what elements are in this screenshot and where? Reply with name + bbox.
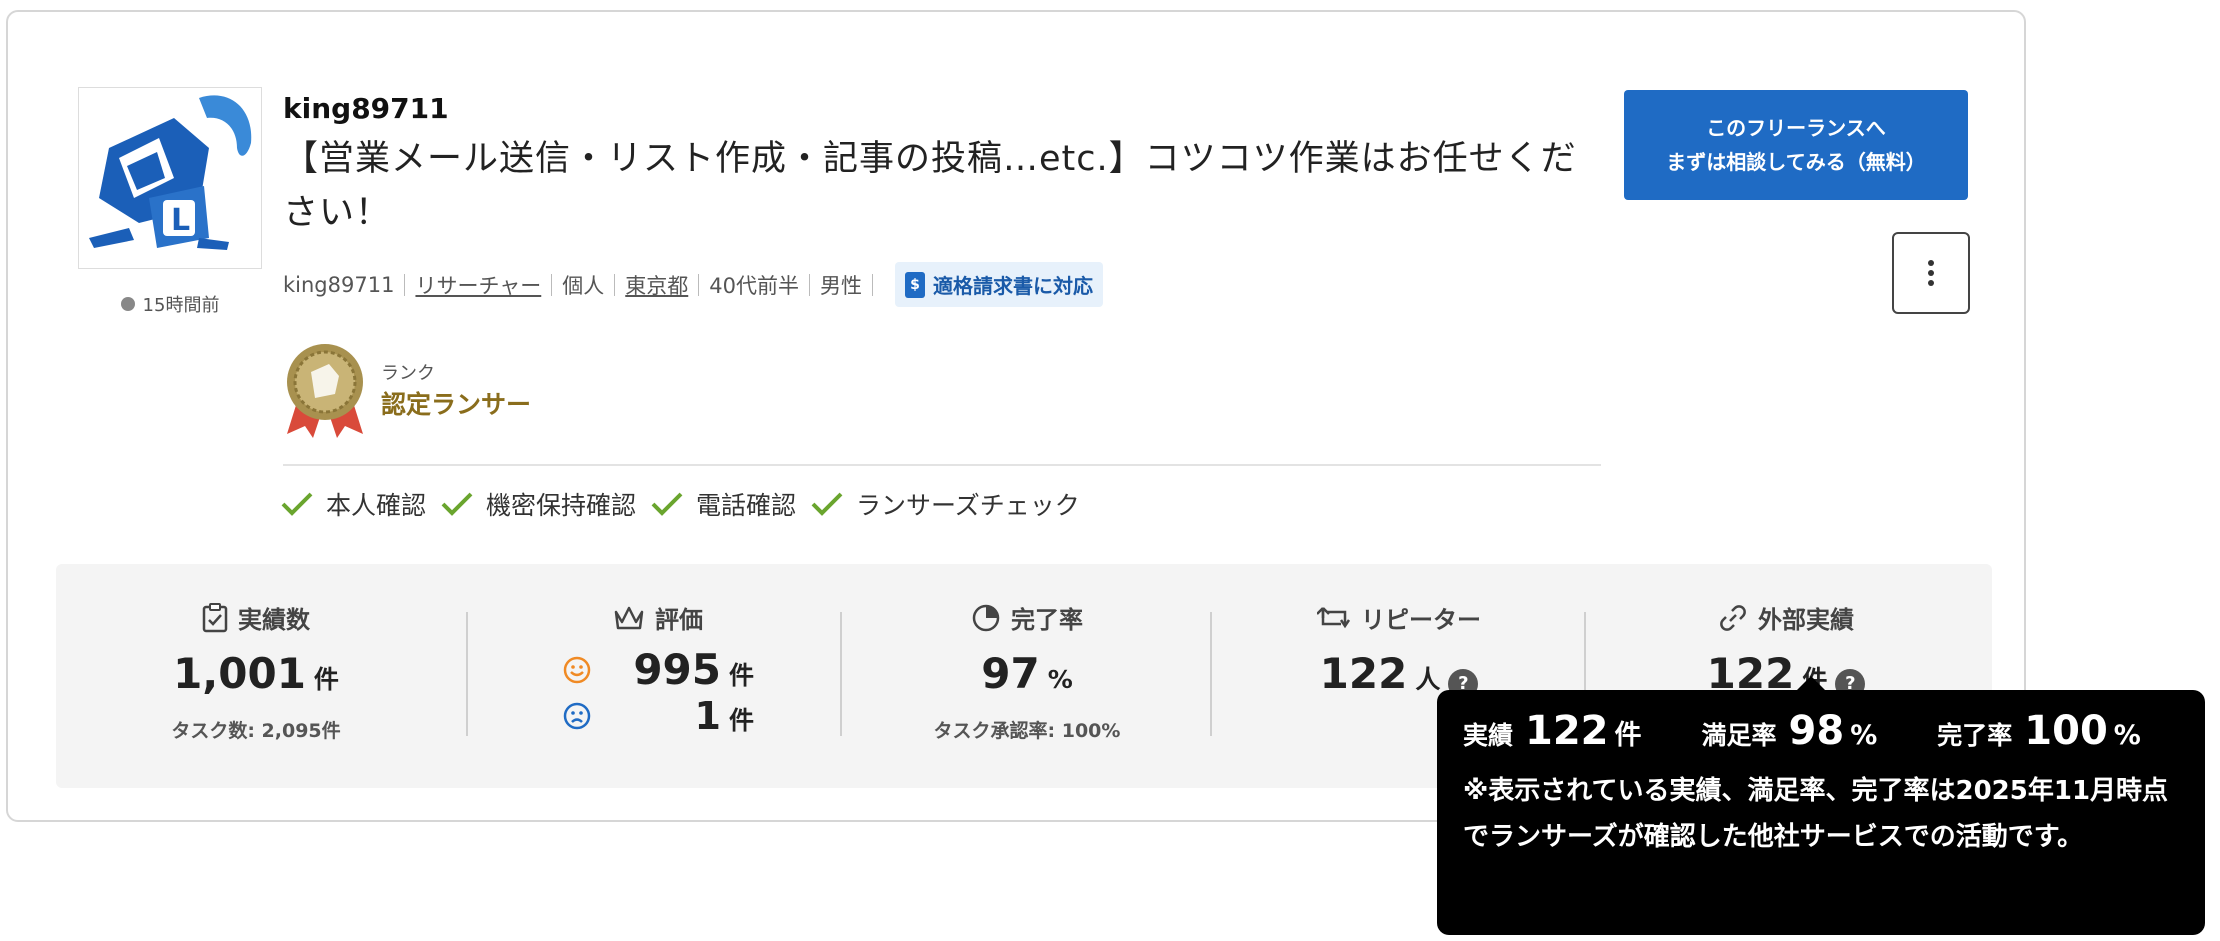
consult-button-line1: このフリーランスへ [1706, 116, 1886, 140]
stat-sub: タスク承認率: 100% [933, 720, 1121, 742]
stat-achievements: 実績数 1,001 件 タスク数: 2,095件 [56, 564, 456, 788]
stat-label: 実績数 [238, 606, 310, 634]
meta-separator [614, 273, 616, 296]
rating-good-value: 995 [633, 645, 721, 694]
consult-button-line2: まずは相談してみる（無料） [1666, 150, 1926, 174]
avatar-block: L 15時間前 [78, 87, 262, 317]
meta-separator [871, 273, 873, 296]
rank-label: ランク [381, 363, 435, 384]
invoice-doc-icon: $ [904, 271, 925, 298]
meta-location-link[interactable]: 東京都 [625, 270, 688, 300]
rating-bad-unit: 件 [728, 706, 754, 735]
stat-unit: % [1047, 665, 1073, 694]
stat-rating: 評価 995 件 1件 [476, 564, 840, 788]
sad-face-icon [563, 702, 591, 730]
meta-id: king89711 [283, 272, 395, 297]
link-icon [1720, 604, 1746, 631]
svg-text:L: L [171, 203, 190, 238]
verification-item: ランサーズチェック [810, 486, 1080, 522]
meta-separator [551, 273, 553, 296]
rating-bad-value: 1 [694, 694, 721, 738]
tooltip-stat-value: 122 [1525, 708, 1609, 754]
stat-label: 外部実績 [1758, 606, 1854, 634]
tooltip-stat-value: 100 [2024, 708, 2108, 754]
meta-separator [698, 273, 700, 296]
verification-label: 機密保持確認 [486, 491, 637, 520]
tooltip-stat-label: 満足率 [1701, 721, 1777, 750]
consult-button[interactable]: このフリーランスへ まずは相談してみる（無料） [1624, 90, 1968, 200]
tooltip-stat: 満足率 98 % [1702, 708, 1878, 754]
stat-completion: 完了率 97% タスク承認率: 100% [842, 564, 1212, 788]
profile-meta: king89711 リサーチャー 個人 東京都 40代前半 男性 $ 適格請求書… [283, 262, 1103, 307]
stat-label: リピーター [1361, 606, 1481, 634]
tooltip-stat-value: 98 [1788, 708, 1845, 754]
check-icon [441, 492, 473, 516]
last-active-text: 15時間前 [142, 295, 220, 316]
rank-value: 認定ランサー [381, 390, 532, 419]
crown-icon [614, 606, 644, 629]
status-dot-icon [120, 297, 135, 311]
stat-unit: 件 [313, 665, 339, 694]
tooltip-stat-label: 完了率 [1937, 721, 2013, 750]
stat-unit: 人 [1415, 665, 1441, 694]
section-divider [283, 464, 1601, 466]
rank: ランク 認定ランサー [283, 342, 531, 438]
more-menu-button[interactable] [1892, 232, 1970, 314]
external-achievements-tooltip: 実績 122 件 満足率 98 % 完了率 100 % ※表示されている実績、満… [1437, 676, 2205, 935]
knight-avatar-icon: L [89, 95, 252, 250]
check-icon [811, 492, 843, 516]
more-vertical-icon [1928, 260, 1934, 286]
check-icon [281, 492, 313, 516]
tooltip-note: ※表示されている実績、満足率、完了率は2025年11月時点でランサーズが確認した… [1463, 776, 2169, 852]
tooltip-stat-label: 実績 [1463, 721, 1514, 750]
last-active: 15時間前 [78, 291, 262, 317]
tooltip-stat-unit: 件 [1614, 720, 1642, 751]
invoice-badge: $ 適格請求書に対応 [894, 262, 1103, 307]
meta-job-link[interactable]: リサーチャー [415, 270, 541, 300]
verification-list: 本人確認 機密保持確認 電話確認 ランサーズチェック [280, 486, 1094, 522]
verification-item: 本人確認 [280, 486, 426, 522]
avatar[interactable]: L [78, 87, 262, 269]
stat-value: 122 [1319, 649, 1408, 698]
check-icon [651, 492, 683, 516]
verification-label: 本人確認 [326, 491, 427, 520]
verification-label: ランサーズチェック [856, 491, 1080, 520]
stat-value: 1,001 [173, 649, 306, 698]
profile-title: 【営業メール送信・リスト作成・記事の投稿…etc.】コツコツ作業はお任せください… [283, 139, 1577, 233]
pie-chart-icon [972, 604, 1000, 631]
repeat-icon [1317, 606, 1351, 628]
tooltip-stat-unit: % [2113, 720, 2141, 751]
rating-good-unit: 件 [728, 661, 754, 690]
username: king89711 [283, 92, 449, 125]
stat-value: 97 [981, 649, 1040, 698]
tooltip-stat-unit: % [1850, 720, 1878, 751]
stat-label: 評価 [655, 606, 703, 634]
verification-item: 機密保持確認 [440, 486, 636, 522]
verification-item: 電話確認 [650, 486, 796, 522]
meta-separator [404, 273, 406, 296]
meta-gender: 男性 [819, 273, 862, 298]
stat-divider [466, 612, 468, 736]
smile-face-icon [563, 656, 591, 683]
rank-medal-icon [287, 344, 363, 438]
stat-label: 完了率 [1011, 606, 1083, 634]
tooltip-stat: 実績 122 件 [1463, 708, 1642, 754]
meta-type: 個人 [562, 273, 605, 298]
verification-label: 電話確認 [696, 491, 797, 520]
tooltip-stat: 完了率 100 % [1937, 708, 2141, 754]
meta-age: 40代前半 [709, 273, 799, 298]
stat-sub: タスク数: 2,095件 [171, 720, 341, 742]
meta-separator [808, 273, 810, 296]
tooltip-stats: 実績 122 件 満足率 98 % 完了率 100 % [1463, 708, 2179, 754]
clipboard-check-icon [202, 602, 228, 632]
invoice-badge-label: 適格請求書に対応 [932, 274, 1093, 298]
